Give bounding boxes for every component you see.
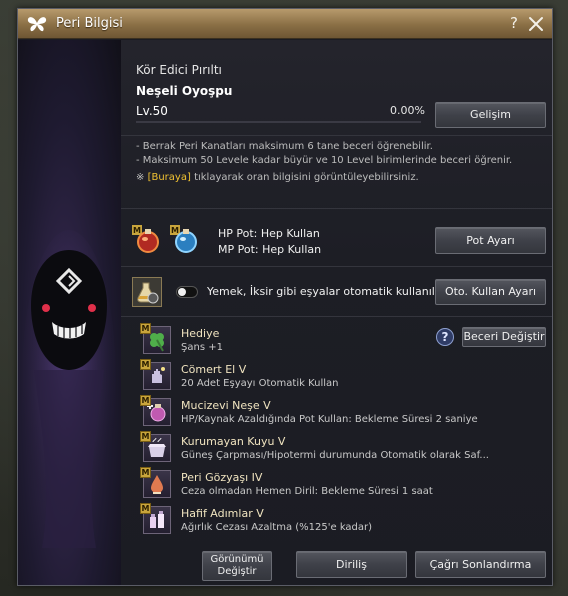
skill-title: Kurumayan Kuyu V bbox=[181, 435, 286, 448]
divider bbox=[121, 316, 552, 317]
skill-desc: HP/Kaynak Azaldığında Pot Kullan: Beklem… bbox=[181, 414, 478, 425]
divider bbox=[121, 135, 552, 136]
fairy-level: Lv.50 bbox=[136, 104, 168, 118]
skill-title: Hafif Adımlar V bbox=[181, 507, 264, 520]
butterfly-icon bbox=[26, 14, 48, 34]
mastery-badge: M bbox=[140, 395, 151, 406]
mastery-badge: M bbox=[140, 503, 151, 514]
rate-info-note: ※ [Buraya] tıklayarak oran bilgisini gör… bbox=[136, 172, 419, 183]
progress-bar bbox=[136, 121, 421, 123]
skill-title: Cömert El V bbox=[181, 363, 247, 376]
note-mark: ※ bbox=[136, 172, 145, 183]
change-skill-button[interactable]: Beceri Değiştir bbox=[462, 327, 546, 347]
potion-settings-button[interactable]: Pot Ayarı bbox=[435, 227, 546, 254]
fairy-name: Neşeli Oyoşpu bbox=[136, 84, 233, 98]
close-icon[interactable] bbox=[527, 15, 545, 33]
skill-desc: Ağırlık Cezası Azaltma (%125'e kadar) bbox=[181, 522, 373, 533]
fairy-details-panel: Kör Edici Pırıltı Neşeli Oyoşpu Lv.50 0.… bbox=[121, 40, 552, 585]
revive-button[interactable]: Diriliş bbox=[296, 551, 407, 578]
mp-potion-setting: MP Pot: Hep Kullan bbox=[218, 243, 322, 256]
hp-potion-icon: M bbox=[132, 225, 162, 255]
skill-title: Hediye bbox=[181, 327, 220, 340]
skill-desc: Şans +1 bbox=[181, 342, 223, 353]
auto-use-text: Yemek, İksir gibi eşyalar otomatik kulla… bbox=[207, 285, 445, 298]
mastery-badge: M bbox=[140, 467, 151, 478]
mastery-badge: M bbox=[140, 431, 151, 442]
svg-text:M: M bbox=[133, 226, 141, 235]
info-line-2: - Maksimum 50 Levele kadar büyür ve 10 L… bbox=[136, 155, 513, 166]
help-icon[interactable]: ? bbox=[506, 14, 522, 34]
divider bbox=[121, 208, 552, 209]
mastery-badge: M bbox=[140, 359, 151, 370]
info-line-1: - Berrak Peri Kanatları maksimum 6 tane … bbox=[136, 141, 433, 152]
end-summon-button[interactable]: Çağrı Sonlandırma bbox=[415, 551, 546, 578]
skill-desc: 20 Adet Eşyayı Otomatik Kullan bbox=[181, 378, 339, 389]
change-appearance-button[interactable]: Görünümü Değiştir bbox=[202, 551, 272, 581]
fairy-portrait-panel bbox=[18, 40, 121, 585]
mp-potion-icon: M bbox=[170, 225, 200, 255]
divider bbox=[121, 266, 552, 267]
title-bar[interactable]: Peri Bilgisi ? bbox=[18, 9, 552, 39]
skill-desc: Ceza olmadan Hemen Diril: Bekleme Süresi… bbox=[181, 486, 433, 497]
mastery-badge: M bbox=[140, 323, 151, 334]
fairy-portrait bbox=[22, 230, 116, 548]
change-appearance-line-2: Değiştir bbox=[217, 566, 257, 577]
window-title: Peri Bilgisi bbox=[56, 16, 123, 31]
growth-button[interactable]: Gelişim bbox=[435, 102, 546, 128]
note-text: tıklayarak oran bilgisini görüntüleyebil… bbox=[194, 172, 419, 183]
svg-text:M: M bbox=[171, 226, 179, 235]
change-appearance-line-1: Görünümü bbox=[210, 554, 264, 565]
fairy-info-window: Peri Bilgisi ? Kör Edici Pırıltı Neşeli … bbox=[17, 8, 553, 586]
rate-info-link[interactable]: [Buraya] bbox=[148, 172, 191, 183]
auto-use-settings-button[interactable]: Oto. Kullan Ayarı bbox=[435, 279, 546, 305]
progress-percent: 0.00% bbox=[390, 104, 425, 117]
hp-potion-setting: HP Pot: Hep Kullan bbox=[218, 227, 320, 240]
skill-help-icon[interactable]: ? bbox=[436, 328, 454, 346]
fairy-type-name: Kör Edici Pırıltı bbox=[136, 63, 222, 77]
auto-use-toggle[interactable] bbox=[176, 286, 198, 298]
skill-title: Mucizevi Neşe V bbox=[181, 399, 271, 412]
auto-use-icon bbox=[132, 277, 162, 307]
skill-desc: Güneş Çarpması/Hipotermi durumunda Otoma… bbox=[181, 450, 489, 461]
skill-title: Peri Gözyaşı IV bbox=[181, 471, 263, 484]
